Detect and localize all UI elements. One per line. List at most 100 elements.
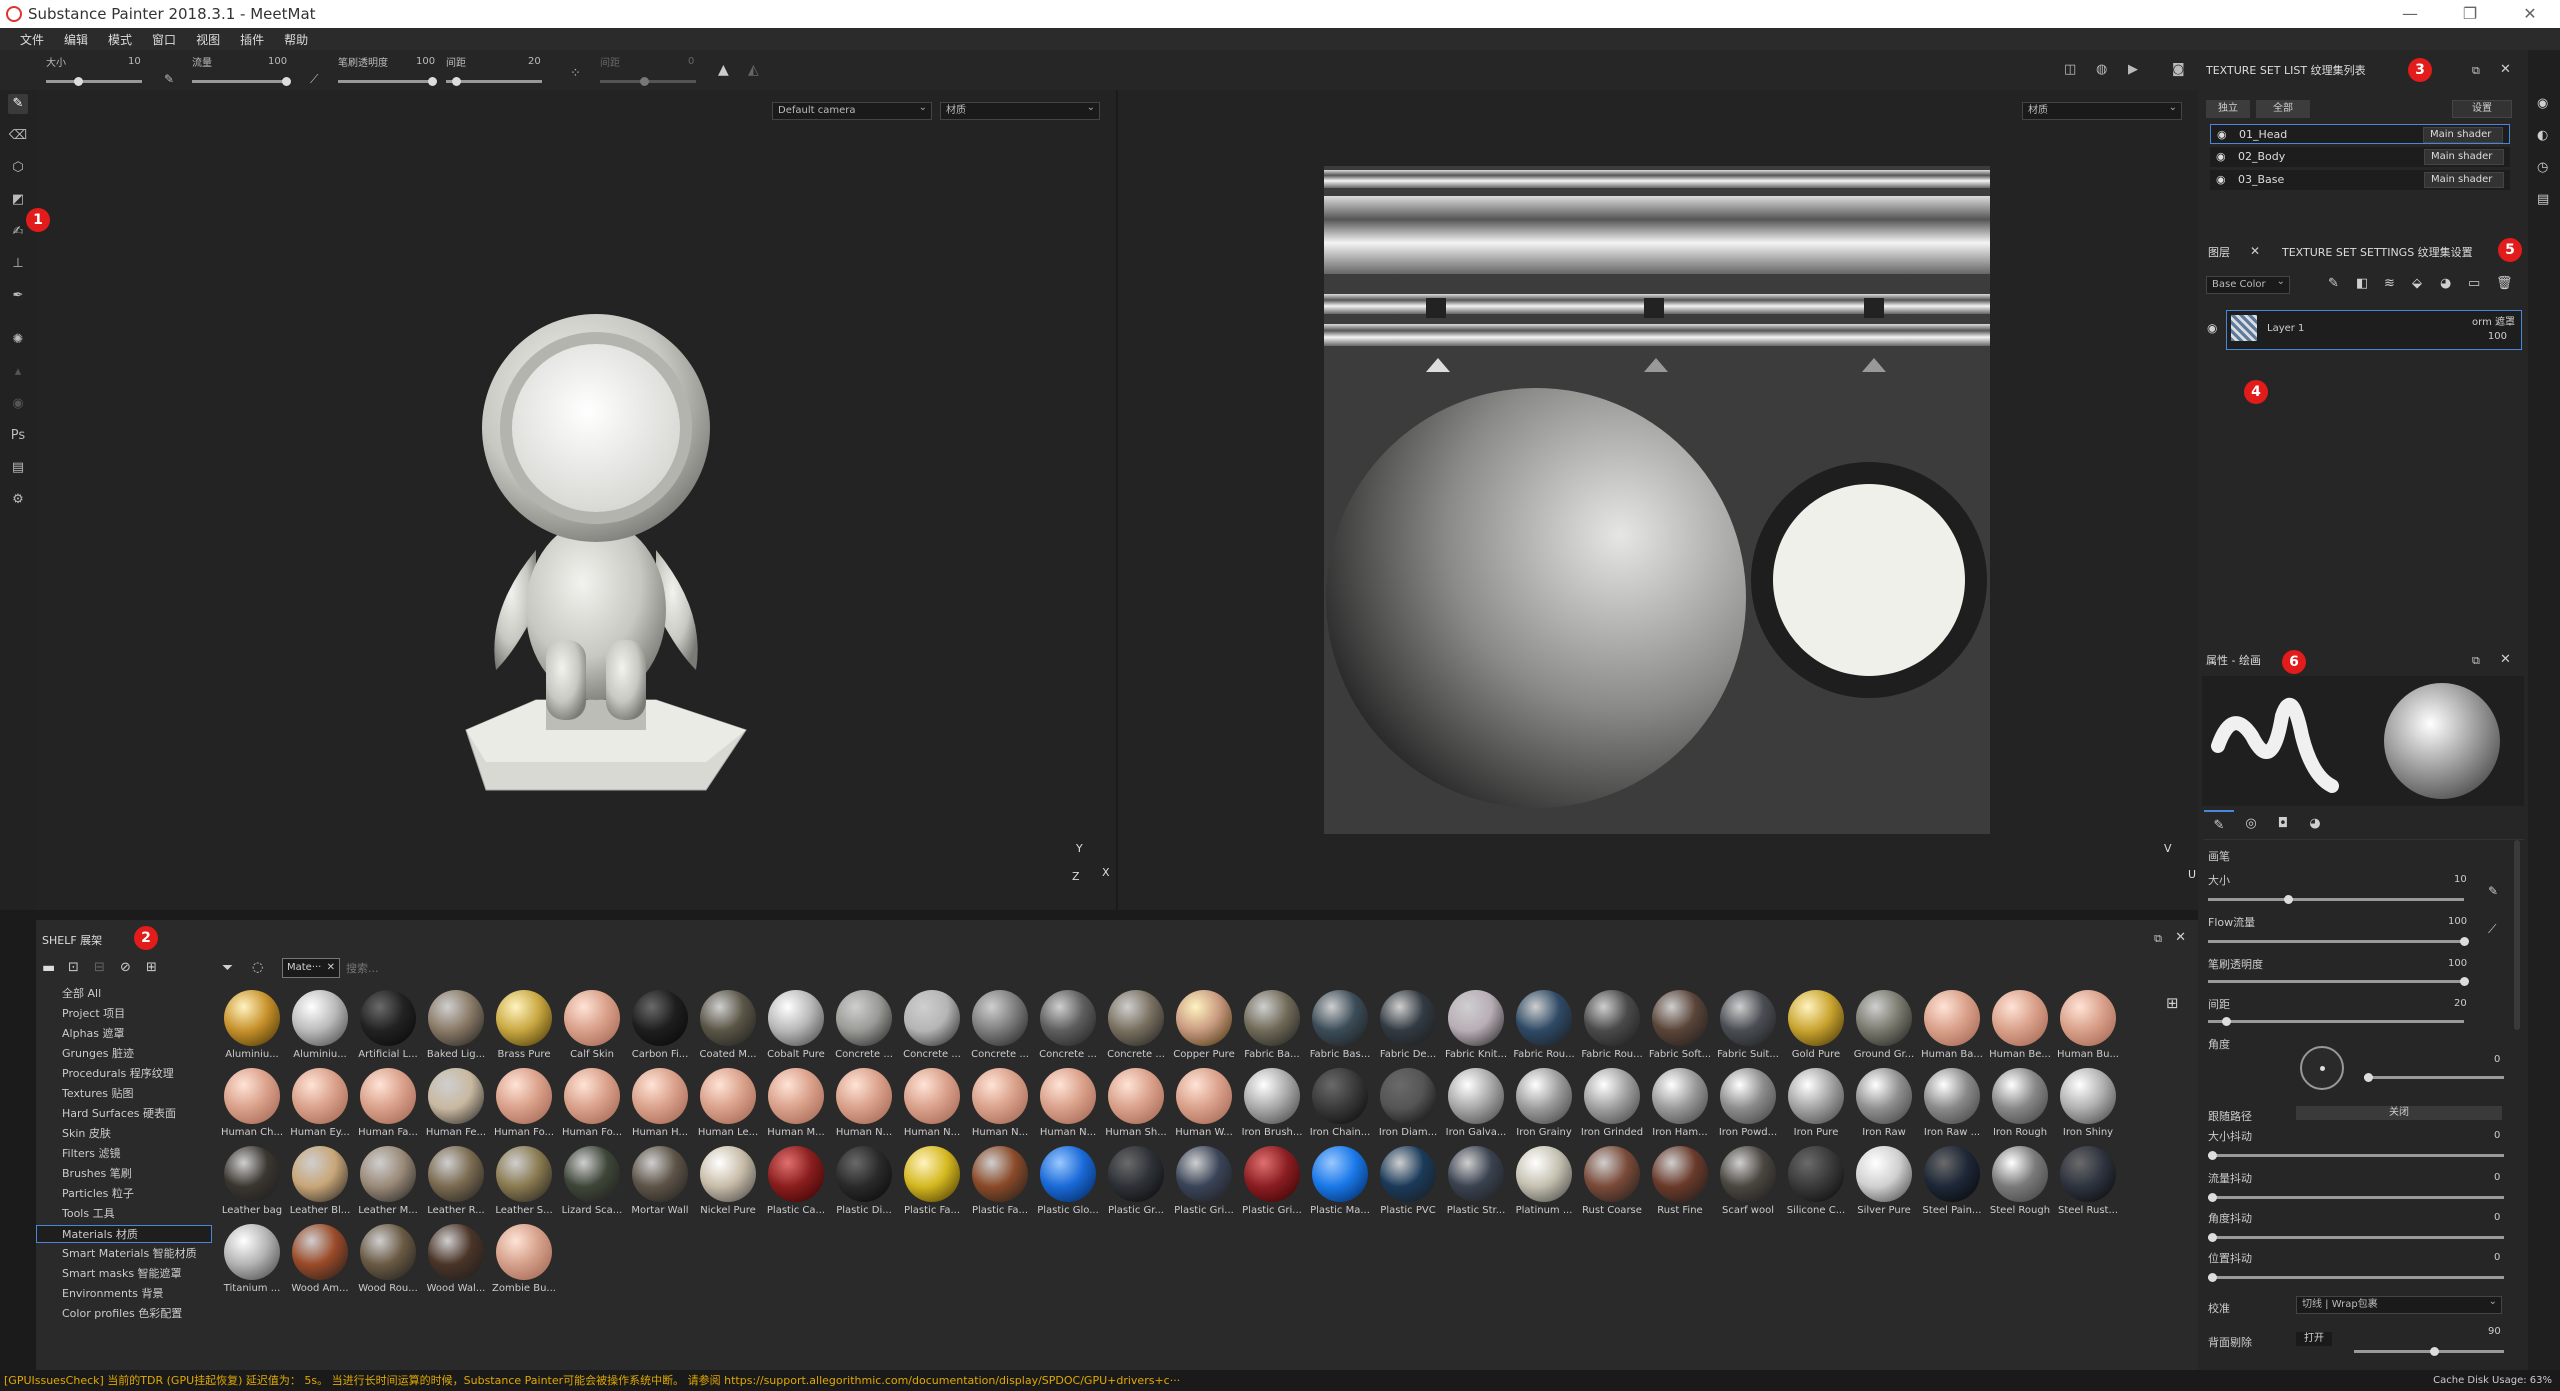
shelf-category-item[interactable]: 全部 All <box>62 985 101 1003</box>
material-item[interactable]: Plastic Fa... <box>900 1146 964 1220</box>
material-item[interactable]: Nickel Pure <box>696 1146 760 1220</box>
shelf-category-item[interactable]: Grunges 脏迹 <box>62 1045 134 1063</box>
material-item[interactable]: Iron Galva... <box>1444 1068 1508 1142</box>
layers-tab-close-icon[interactable]: ✕ <box>2250 244 2260 258</box>
material-item[interactable]: Concrete ... <box>832 990 896 1064</box>
prop-angle-jitter-slider[interactable] <box>2208 1233 2504 1242</box>
prop-size-slider[interactable] <box>2208 895 2464 904</box>
material-item[interactable]: Human Le... <box>696 1068 760 1142</box>
stencil-tab-icon[interactable]: ◘ <box>2268 810 2298 840</box>
viewport-2d[interactable]: 材质 V U <box>1118 90 2198 910</box>
material-item[interactable]: Plastic Gri... <box>1172 1146 1236 1220</box>
textureset-settings-button[interactable]: 设置 <box>2452 100 2512 118</box>
spacing-slider-knob[interactable] <box>452 77 461 86</box>
menu-help[interactable]: 帮助 <box>274 31 318 48</box>
spacing-slider[interactable] <box>446 77 542 86</box>
filter-tag[interactable]: Mate··· ✕ <box>282 958 340 978</box>
material-item[interactable]: Leather S... <box>492 1146 556 1220</box>
flow-slider-knob[interactable] <box>282 77 291 86</box>
material-item[interactable]: Wood Wal... <box>424 1224 488 1298</box>
brush-tab-icon[interactable]: ✎ <box>2204 810 2234 840</box>
prop-backface-knob[interactable] <box>2430 1347 2439 1356</box>
screenshot-camera-icon[interactable]: ◙ <box>2172 62 2185 77</box>
add-effect-icon[interactable]: ✎ <box>2328 276 2339 291</box>
shelf-category-item[interactable]: Environments 背景 <box>62 1285 163 1303</box>
shelf-category-item[interactable]: Hard Surfaces 硬表面 <box>62 1105 176 1123</box>
material-item[interactable]: Human Fe... <box>424 1068 488 1142</box>
prop-size-jitter-value[interactable]: 0 <box>2494 1130 2500 1141</box>
lazy-mouse-icon[interactable]: ◭ <box>748 62 759 78</box>
menu-edit[interactable]: 编辑 <box>54 31 98 48</box>
prop-flow-jitter-slider[interactable] <box>2208 1193 2504 1202</box>
material-item[interactable]: Iron Chain... <box>1308 1068 1372 1142</box>
material-item[interactable]: Wood Am... <box>288 1224 352 1298</box>
material-item[interactable]: Human Ba... <box>1920 990 1984 1064</box>
display-mode-icon[interactable]: ◫ <box>2064 62 2076 77</box>
material-item[interactable]: Artificial L... <box>356 990 420 1064</box>
display-settings-icon[interactable]: ◐ <box>2537 128 2548 143</box>
shelf-close-icon[interactable]: ✕ <box>2175 930 2186 945</box>
prop-flow-slider[interactable] <box>2208 937 2469 946</box>
textureset-undock-icon[interactable]: ⧉ <box>2472 64 2480 78</box>
channel-select[interactable]: Base Color <box>2206 274 2290 294</box>
shelf-category-item[interactable]: Textures 贴图 <box>62 1085 134 1103</box>
shelf-category-item[interactable]: Skin 皮肤 <box>62 1125 111 1143</box>
material-item[interactable]: Aluminiu... <box>220 990 284 1064</box>
shader-select[interactable]: Main shader <box>2424 172 2504 188</box>
settings-gear-icon[interactable]: ⚙ <box>8 490 28 510</box>
textureset-visibility-icon[interactable]: ◉ <box>2216 170 2226 190</box>
menu-window[interactable]: 窗口 <box>142 31 186 48</box>
material-item[interactable]: Leather R... <box>424 1146 488 1220</box>
material-item[interactable]: Fabric De... <box>1376 990 1440 1064</box>
material-item[interactable]: Human Be... <box>1988 990 2052 1064</box>
material-item[interactable]: Human W... <box>1172 1068 1236 1142</box>
textureset-close-icon[interactable]: ✕ <box>2500 62 2511 77</box>
prop-spacing-knob[interactable] <box>2222 1017 2231 1026</box>
prop-position-jitter-knob[interactable] <box>2208 1273 2217 1282</box>
menu-mode[interactable]: 模式 <box>98 31 142 48</box>
material-item[interactable]: Plastic Gri... <box>1240 1146 1304 1220</box>
add-smart-material-icon[interactable]: ◕ <box>2440 276 2451 291</box>
shelf-category-item[interactable]: Particles 粒子 <box>62 1185 134 1203</box>
material-item[interactable]: Fabric Rou... <box>1512 990 1576 1064</box>
material-item[interactable]: Plastic Str... <box>1444 1146 1508 1220</box>
import-icon[interactable]: ⊡ <box>68 960 79 975</box>
layers-tab[interactable]: 图层 <box>2208 242 2230 264</box>
shelf-category-item[interactable]: Filters 滤镜 <box>62 1145 120 1163</box>
material-item[interactable]: Coated M... <box>696 990 760 1064</box>
material-item[interactable]: Human Fa... <box>356 1068 420 1142</box>
prop-spacing-slider[interactable] <box>2208 1017 2464 1026</box>
shelf-search-input[interactable] <box>346 958 646 978</box>
material-item[interactable]: Human N... <box>832 1068 896 1142</box>
prop-angle-knob[interactable] <box>2364 1073 2373 1082</box>
eraser-icon[interactable]: ⌫ <box>8 126 28 146</box>
add-fill-layer-icon[interactable]: ⬙ <box>2412 276 2422 291</box>
material-item[interactable]: Iron Diam... <box>1376 1068 1440 1142</box>
smudge-icon[interactable]: ✍ <box>8 222 28 242</box>
paint-brush-icon[interactable]: ✎ <box>8 94 28 114</box>
projection-icon[interactable]: ⬡ <box>8 158 28 178</box>
textureset-row[interactable]: ◉ 03_Base Main shader <box>2210 170 2510 190</box>
material-item[interactable]: Leather M... <box>356 1146 420 1220</box>
material-item[interactable]: Copper Pure <box>1172 990 1236 1064</box>
shelf-category-item[interactable]: Tools 工具 <box>62 1205 115 1223</box>
shelf-category-item[interactable]: Project 项目 <box>62 1005 125 1023</box>
flow-pen-pressure-icon[interactable]: ⟋ <box>2488 922 2496 937</box>
menu-plugins[interactable]: 插件 <box>230 31 274 48</box>
material-item[interactable]: Plastic Ca... <box>764 1146 828 1220</box>
shader-select[interactable]: Main shader <box>2423 127 2503 143</box>
shelf-undock-icon[interactable]: ⧉ <box>2154 932 2162 946</box>
material-item[interactable]: Fabric Bas... <box>1308 990 1372 1064</box>
layer-row[interactable]: ◉ Layer 1 orm 遮罩 100 <box>2207 310 2522 350</box>
mirror-icon[interactable]: ▲ <box>718 62 729 78</box>
layer-blend-mode[interactable]: orm 遮罩 <box>2472 313 2515 328</box>
material-item[interactable]: Steel Pain... <box>1920 1146 1984 1220</box>
material-item[interactable]: Concrete ... <box>1036 990 1100 1064</box>
textureset-tab-solo[interactable]: 独立 <box>2206 100 2250 118</box>
material-item[interactable]: Leather bag <box>220 1146 284 1220</box>
material-item[interactable]: Iron Grinded <box>1580 1068 1644 1142</box>
textureset-row[interactable]: ◉ 02_Body Main shader <box>2210 147 2510 167</box>
material-item[interactable]: Steel Rough <box>1988 1146 2052 1220</box>
prop-opacity-value[interactable]: 100 <box>2448 958 2467 969</box>
maximize-icon[interactable]: ❐ <box>2440 2 2500 26</box>
